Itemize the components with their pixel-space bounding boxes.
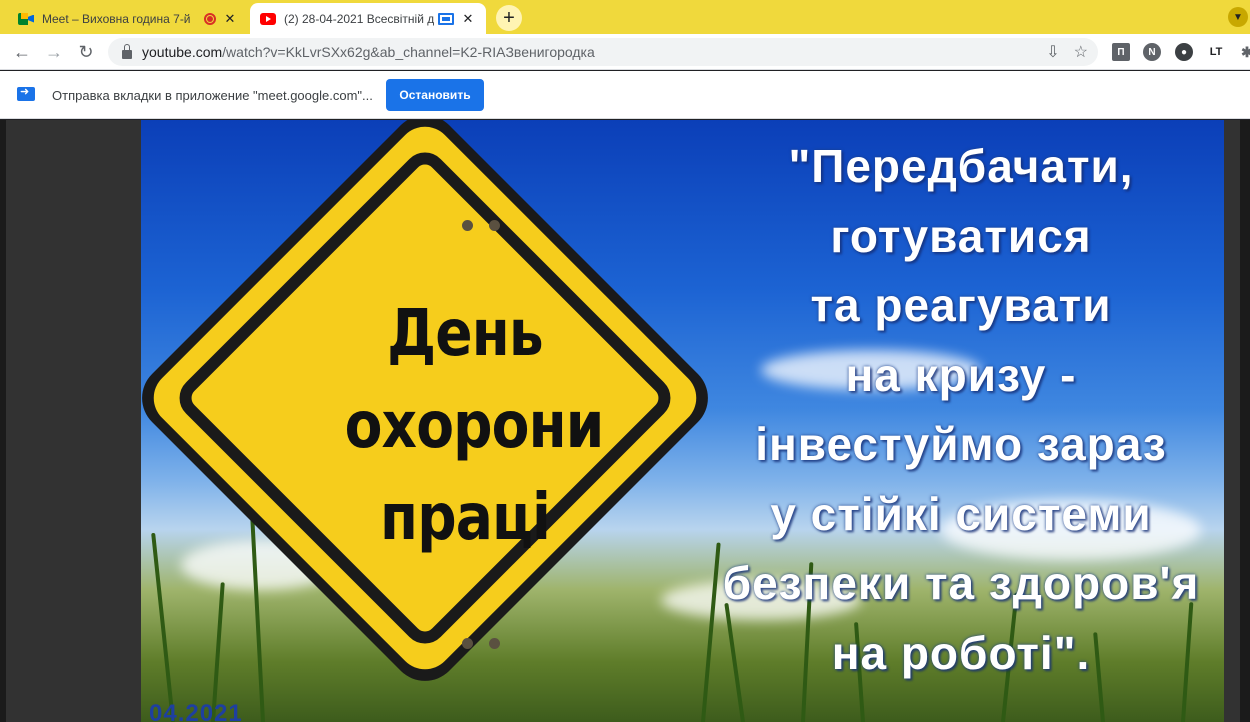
bolt — [462, 638, 473, 649]
profile-avatar-icon[interactable]: ● — [1175, 43, 1193, 61]
quote-line: на кризу - — [845, 348, 1077, 401]
cast-infobar: Отправка вкладки в приложение "meet.goog… — [0, 71, 1250, 119]
tab-search-icon[interactable]: ▼ — [1228, 7, 1248, 27]
sign-line: День — [387, 297, 544, 371]
extension-n-icon[interactable]: N — [1143, 43, 1161, 61]
close-tab-icon[interactable]: ✕ — [222, 11, 238, 27]
extensions-puzzle-icon[interactable]: ✱ — [1238, 43, 1250, 61]
tab-title: Meet – Виховна година 7-й — [42, 11, 191, 26]
bolt — [462, 220, 473, 231]
tab-strip: Meet – Виховна година 7-й ✕ (2) 28-04-20… — [0, 0, 1250, 34]
bolt — [489, 220, 500, 231]
tab-youtube[interactable]: (2) 28-04-2021 Всесвітній де ✕ — [250, 3, 486, 34]
cast-icon — [438, 12, 454, 25]
browser-toolbar: ← → ↻ youtube.com/watch?v=KkLvrSXx62g&ab… — [0, 34, 1250, 70]
video-frame[interactable]: День охорони праці "Передбачати, готуват… — [141, 120, 1224, 722]
tab-title: (2) 28-04-2021 Всесвітній де — [284, 11, 434, 26]
tab-meet[interactable]: Meet – Виховна година 7-й ✕ — [8, 3, 248, 34]
date-caption: 04.2021 — [149, 700, 243, 722]
new-tab-button[interactable]: + — [496, 5, 522, 31]
quote-line: інвестуймо зараз — [755, 418, 1167, 470]
address-bar[interactable]: youtube.com/watch?v=KkLvrSXx62g&ab_chann… — [108, 38, 1098, 66]
slogan-quote: "Передбачати, готуватися та реагувати на… — [681, 132, 1224, 688]
install-app-icon[interactable]: ⇩ — [1046, 42, 1059, 62]
stop-sharing-button[interactable]: Остановить — [386, 79, 484, 111]
sign-line: праці — [380, 481, 551, 555]
back-icon[interactable]: ← — [10, 40, 34, 64]
quote-line: безпеки та здоров'я — [722, 557, 1200, 609]
extension-p-icon[interactable]: П — [1112, 43, 1130, 61]
quote-line: "Передбачати, — [788, 140, 1134, 192]
page-content: День охорони праці "Передбачати, готуват… — [0, 120, 1250, 722]
bookmark-star-icon[interactable]: ☆ — [1074, 42, 1088, 62]
sign-text: День охорони праці — [325, 288, 605, 564]
extension-lt-icon[interactable]: LT — [1207, 43, 1225, 61]
omnibox-actions: ⇩ ☆ — [1046, 42, 1088, 62]
url-text: youtube.com/watch?v=KkLvrSXx62g&ab_chann… — [142, 44, 595, 60]
lock-icon[interactable] — [122, 43, 132, 59]
bolt — [489, 638, 500, 649]
close-tab-icon[interactable]: ✕ — [460, 11, 476, 27]
reload-icon[interactable]: ↻ — [74, 40, 98, 64]
quote-line: та реагувати — [810, 279, 1112, 331]
tab-share-icon — [17, 85, 35, 101]
recording-icon — [204, 12, 216, 25]
quote-line: у стійкі системи — [770, 487, 1152, 540]
youtube-icon — [260, 12, 276, 25]
quote-line: на роботі". — [831, 626, 1091, 679]
meet-icon — [18, 12, 34, 26]
quote-line: готуватися — [830, 209, 1092, 262]
infobar-message: Отправка вкладки в приложение "meet.goog… — [52, 88, 373, 103]
forward-icon[interactable]: → — [42, 40, 66, 64]
sign-line: охорони — [344, 389, 605, 463]
